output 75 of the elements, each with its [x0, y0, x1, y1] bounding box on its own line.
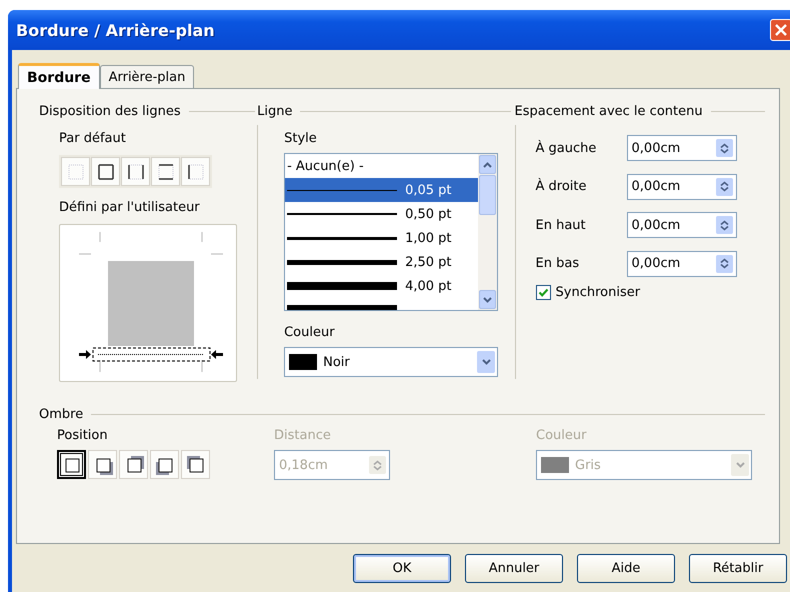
list-item[interactable]: 2,50 pt: [285, 250, 478, 274]
field-label: Par défaut: [59, 130, 126, 148]
up-down-arrows-icon: [720, 142, 729, 154]
dropdown-value: Gris: [575, 458, 602, 472]
caret-up-icon: [483, 162, 492, 168]
border-preset-button[interactable]: [91, 157, 120, 186]
checkbox[interactable]: [536, 285, 551, 300]
tab[interactable]: Bordure: [18, 63, 100, 89]
item-label: - Aucun(e) -: [287, 158, 364, 174]
field-label: Distance: [274, 427, 332, 445]
caret-down-icon: [482, 359, 491, 365]
spin-field[interactable]: 0,00cm: [626, 212, 737, 238]
spin-field[interactable]: 0,00cm: [626, 135, 737, 162]
spin-button[interactable]: [716, 178, 733, 196]
dialog-button[interactable]: OK: [353, 554, 451, 583]
dialog-button[interactable]: Annuler: [465, 554, 563, 583]
border-preset-icon: [186, 162, 204, 180]
item-label: 1,00 pt: [405, 230, 452, 246]
field-label: En haut: [536, 218, 587, 233]
window-title: Bordure / Arrière-plan: [16, 20, 215, 40]
item-label: 0,50 pt: [405, 206, 452, 222]
up-down-arrows-icon: [720, 181, 729, 192]
scroll-bar[interactable]: [478, 154, 498, 310]
checkmark-icon: [538, 287, 549, 298]
field-label: Défini par l'utilisateur: [59, 199, 200, 217]
close-button[interactable]: [770, 19, 790, 41]
field-label: Style: [284, 130, 317, 148]
list-item[interactable]: - Aucun(e) -: [285, 154, 478, 178]
item-label: 4,00 pt: [405, 278, 452, 294]
dialog-button[interactable]: Rétablir: [689, 554, 787, 583]
checkbox-label: Synchroniser: [556, 285, 640, 300]
up-down-arrows-icon: [720, 220, 729, 231]
shadow-position-button[interactable]: [57, 450, 86, 479]
spin-button[interactable]: [716, 139, 733, 158]
field-label: En bas: [536, 256, 580, 272]
section-legend: Ombre: [39, 406, 84, 422]
field-label: Couleur: [536, 427, 588, 445]
spin-field[interactable]: 0,00cm: [626, 250, 737, 277]
caret-down-icon: [483, 296, 492, 302]
caret-down-icon: [736, 462, 744, 468]
up-down-arrows-icon: [373, 460, 382, 470]
spin-button[interactable]: [716, 216, 733, 234]
field-label: Couleur: [284, 324, 335, 342]
tab[interactable]: Arrière-plan: [100, 65, 194, 88]
item-label: 2,50 pt: [405, 254, 452, 270]
scroll-thumb[interactable]: [479, 175, 496, 215]
field-label: Position: [57, 427, 109, 445]
field-label: À gauche: [536, 140, 598, 156]
dropdown-value: Noir: [323, 354, 351, 370]
up-down-arrows-icon: [720, 258, 729, 270]
dialog-button[interactable]: Aide: [577, 554, 675, 583]
border-preset-icon: [96, 162, 114, 180]
border-preset-icon: [66, 162, 84, 180]
border-preset-button[interactable]: [151, 157, 180, 186]
scroll-down-button[interactable]: [479, 290, 496, 309]
list-item[interactable]: 4,00 pt: [285, 274, 478, 298]
section-legend: Disposition des lignes: [39, 104, 181, 118]
border-preset-icon: [156, 162, 174, 180]
dropdown-arrow-button[interactable]: [477, 351, 496, 373]
line-style-list[interactable]: - Aucun(e) - 0,05 pt 0,50 pt 1,00 pt 2,50 pt 4,00 pt: [284, 153, 498, 311]
section-legend: Ligne: [257, 104, 292, 118]
list-item[interactable]: 0,05 pt: [285, 178, 478, 202]
spin-field[interactable]: 0,00cm: [626, 174, 737, 200]
close-icon: [774, 23, 788, 37]
shadow-position-icon: [186, 454, 206, 474]
color-dropdown[interactable]: Noir: [284, 347, 498, 377]
scroll-up-button[interactable]: [479, 155, 496, 174]
list-item[interactable]: 0,50 pt: [285, 202, 478, 226]
spin-button[interactable]: [716, 254, 733, 273]
border-preset-icon: [126, 162, 144, 180]
item-label: 0,05 pt: [405, 182, 452, 198]
list-item[interactable]: 1,00 pt: [285, 226, 478, 250]
section-legend: Espacement avec le contenu: [514, 104, 703, 118]
field-label: À droite: [536, 179, 588, 194]
border-preset-button[interactable]: [121, 157, 150, 186]
